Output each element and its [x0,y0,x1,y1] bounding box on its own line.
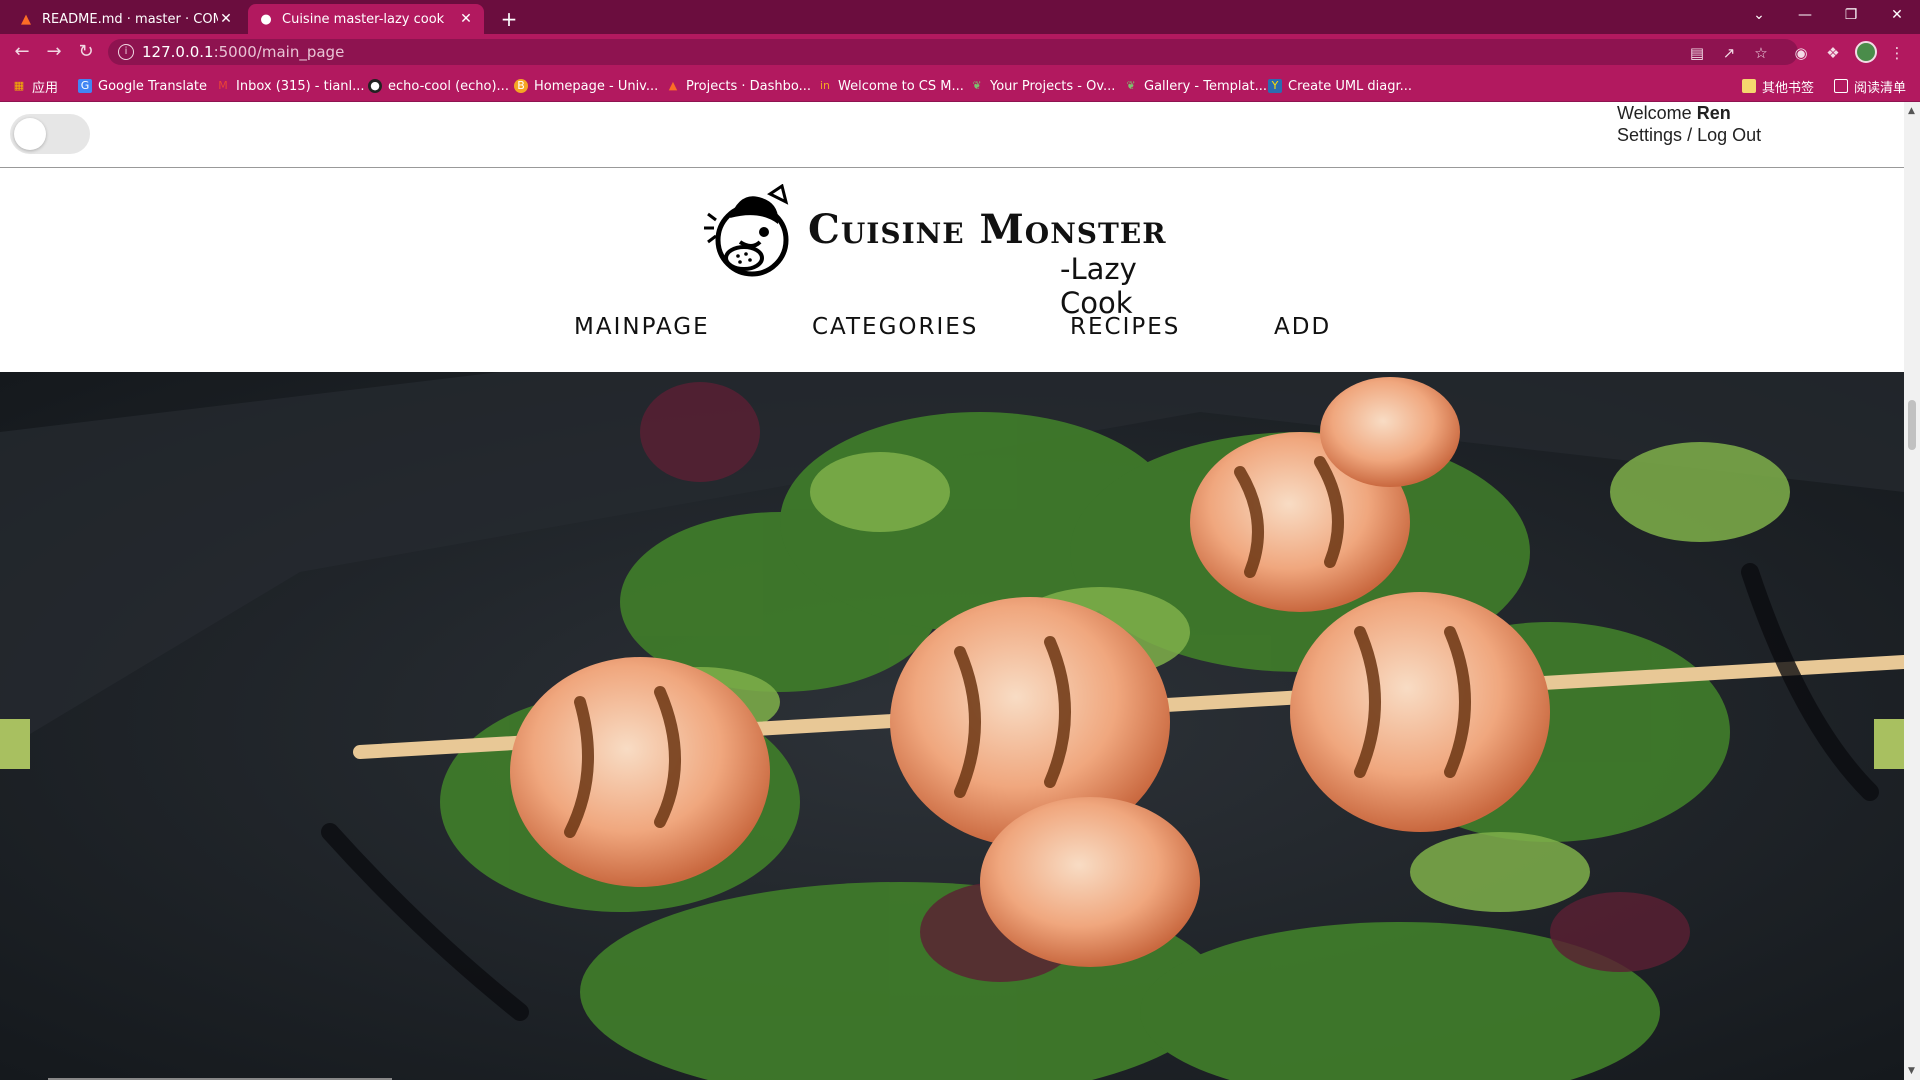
nav-categories[interactable]: CATEGORIES [812,314,978,340]
close-icon[interactable]: ✕ [458,11,474,27]
bookmark-label: Your Projects - Ov... [990,78,1116,94]
apps-icon: ▦ [13,79,25,92]
overleaf-icon: ❦ [1126,79,1136,92]
bookmark-projects-dashboard[interactable]: ▲ Projects · Dashbo... [666,77,811,95]
yuml-icon: Y [1268,79,1282,93]
minimize-button[interactable]: — [1782,0,1828,30]
bookmark-label: Homepage - Univ... [534,78,659,94]
slider-next-button[interactable] [1874,719,1904,769]
vertical-scrollbar[interactable]: ▲ ▼ [1904,102,1920,1080]
reading-list-icon [1834,79,1848,93]
overleaf-icon: ❦ [972,79,982,92]
slider-prev-button[interactable] [0,719,30,769]
bookmark-homepage-univ[interactable]: B Homepage - Univ... [514,77,658,95]
bookmark-welcome-cs[interactable]: in Welcome to CS M... [818,77,964,95]
bookmark-echo-cool[interactable]: ● echo-cool (echo)... [368,77,509,95]
site-logo[interactable]: Cuisine Monster -Lazy Cook [700,184,1210,320]
tab-readme[interactable]: ▲ README.md · master · COMP3 ✕ [8,4,244,34]
github-icon: ● [368,79,382,93]
extension-color-icon[interactable]: ◉ [1790,42,1812,64]
welcome-text: Welcome [1617,103,1692,123]
nav-recipes[interactable]: RECIPES [1070,314,1180,340]
bookmark-label: Welcome to CS M... [838,78,964,94]
tab-cuisine[interactable]: ● Cuisine master-lazy cook ✕ [248,4,484,34]
tab-title: README.md · master · COMP3 [42,11,218,27]
theme-toggle[interactable] [10,114,90,154]
bookmark-label: echo-cool (echo)... [388,78,509,94]
star-icon[interactable]: ☆ [1750,42,1772,64]
university-icon: B [514,79,528,93]
forward-icon[interactable]: → [40,39,68,65]
browser-toolbar: ← → ↻ i 127.0.0.1:5000/main_page ▤ ↗ ☆ ◉… [0,34,1920,70]
bookmark-label: Gallery - Templat... [1144,78,1267,94]
bookmark-your-projects[interactable]: ❦ Your Projects - Ov... [970,77,1115,95]
window-close-button[interactable]: ✕ [1874,0,1920,30]
scroll-thumb[interactable] [1908,400,1916,450]
folder-icon [1742,79,1756,93]
bookmark-label: 应用 [32,80,59,96]
profile-avatar[interactable] [1855,41,1877,63]
back-icon[interactable]: ← [8,39,36,65]
site-info-icon[interactable]: i [118,44,134,60]
nav-add[interactable]: ADD [1274,314,1331,340]
close-icon[interactable]: ✕ [218,11,234,27]
scroll-down-icon[interactable]: ▼ [1908,1066,1915,1076]
reading-list[interactable]: 阅读清单 [1834,77,1907,96]
bookmark-google-translate[interactable]: G Google Translate [78,77,207,95]
account-links: Settings / Log Out [1617,124,1761,146]
main-nav: MAINPAGE CATEGORIES RECIPES ADD [0,314,1904,354]
translate-icon: G [78,79,92,93]
welcome-line: Welcome Ren [1617,102,1761,124]
brand-title: Cuisine Monster [808,206,1167,253]
url-path: :5000/main_page [213,43,345,61]
logout-link[interactable]: Log Out [1697,125,1761,145]
gitlab-icon: ▲ [21,11,31,27]
user-panel: Welcome Ren Settings / Log Out [1617,102,1761,146]
bookmark-label: 阅读清单 [1854,80,1907,96]
hero-slider [0,372,1904,1080]
address-bar[interactable]: i 127.0.0.1:5000/main_page [108,39,1798,65]
tab-search-icon[interactable]: ⌄ [1736,0,1782,30]
bookmark-label: Inbox (315) - tianl... [236,78,365,94]
page-content: Welcome Ren Settings / Log Out Cuisine M… [0,102,1904,1080]
username: Ren [1696,103,1731,123]
browser-tabstrip: ▲ README.md · master · COMP3 ✕ ● Cuisine… [0,0,1920,34]
new-tab-button[interactable]: + [496,6,522,32]
cs-icon: in [819,79,831,92]
bookmark-other[interactable]: 其他书签 [1742,77,1815,96]
scroll-up-icon[interactable]: ▲ [1908,106,1915,116]
bookmark-apps[interactable]: ▦ 应用 [12,77,59,96]
toggle-knob [14,118,46,150]
settings-link[interactable]: Settings [1617,125,1682,145]
bookmark-gallery[interactable]: ❦ Gallery - Templat... [1124,77,1267,95]
brand-subtitle: -Lazy Cook [1060,252,1137,320]
bookmark-label: Create UML diagr... [1288,78,1413,94]
globe-icon: ● [260,11,272,27]
tab-title: Cuisine master-lazy cook [282,11,445,27]
bookmark-inbox[interactable]: M Inbox (315) - tianl... [216,77,365,95]
bookmark-label: Google Translate [98,78,208,94]
gmail-icon: M [218,79,228,92]
hero-image [0,372,1904,1080]
link-separator: / [1687,125,1693,145]
puzzle-icon[interactable]: ❖ [1822,42,1844,64]
share-icon[interactable]: ↗ [1718,42,1740,64]
reload-icon[interactable]: ↻ [72,39,100,65]
bookmark-label: 其他书签 [1762,80,1815,96]
bookmarks-bar: ▦ 应用 G Google Translate M Inbox (315) - … [0,70,1920,102]
chef-mascot-icon [704,184,789,277]
menu-icon[interactable]: ⋮ [1886,42,1908,64]
top-bar: Welcome Ren Settings / Log Out [0,102,1904,168]
bookmark-uml[interactable]: Y Create UML diagr... [1268,77,1412,95]
gitlab-icon: ▲ [668,79,678,92]
translate-icon[interactable]: ▤ [1686,42,1708,64]
nav-mainpage[interactable]: MAINPAGE [574,314,710,340]
bookmark-label: Projects · Dashbo... [686,78,812,94]
url-host: 127.0.0.1 [142,43,214,61]
restore-button[interactable]: ❐ [1828,0,1874,30]
